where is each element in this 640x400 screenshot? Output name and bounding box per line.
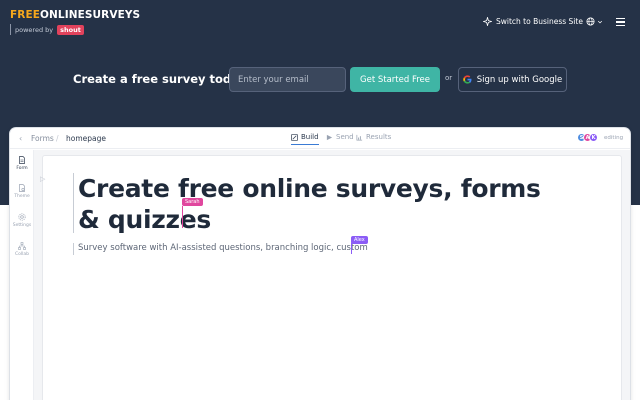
globe-icon (586, 17, 595, 26)
site-logo[interactable]: FREEONLINESURVEYS (10, 9, 140, 21)
tab-build-label: Build (301, 133, 319, 141)
sidebar-item-collab[interactable]: Collab (10, 242, 34, 257)
breadcrumb-separator: / (56, 134, 59, 143)
switch-business-link[interactable]: Switch to Business Site (483, 17, 583, 26)
get-started-button[interactable]: Get Started Free (350, 67, 440, 92)
editing-status: editing (604, 135, 624, 141)
editor-sidebar: Form Theme Settings Collab (10, 150, 34, 400)
drag-handle-icon[interactable]: ▷ (40, 175, 45, 183)
sidebar-item-label: Theme (14, 194, 30, 199)
google-signup-button[interactable]: Sign up with Google (458, 67, 567, 92)
tab-results-label: Results (366, 133, 392, 141)
form-description[interactable]: Survey software with AI-assisted questio… (78, 243, 368, 253)
headline-block-marker (73, 173, 74, 233)
tab-send-label: Send (336, 133, 354, 141)
menu-icon[interactable] (616, 18, 625, 26)
powered-by-label: powered by (15, 25, 54, 34)
cursor-sarah (182, 206, 183, 228)
sparkle-icon (483, 17, 492, 26)
switch-business-label: Switch to Business Site (496, 17, 583, 26)
logo-rest-text: ONLINESURVEYS (40, 9, 141, 21)
google-icon (463, 75, 472, 84)
sidebar-item-form[interactable]: Form (10, 156, 34, 171)
editor-preview-card: ‹ Forms / homepage Build Send Results S … (10, 128, 630, 400)
cursor-alex (351, 243, 352, 254)
sidebar-item-label: Form (16, 166, 28, 171)
back-chevron-icon[interactable]: ‹ (19, 134, 22, 143)
subline-block-marker (73, 243, 74, 255)
theme-icon (19, 184, 25, 192)
edit-icon (291, 133, 298, 141)
collaborator-avatars[interactable]: S A K (577, 133, 598, 142)
sidebar-item-label: Collab (14, 252, 29, 257)
cta-title: Create a free survey today (73, 72, 247, 86)
sidebar-item-label: Settings (12, 223, 32, 228)
form-title[interactable]: Create free online surveys, forms & quiz… (78, 173, 558, 235)
tab-send[interactable]: Send (326, 133, 354, 141)
google-signup-label: Sign up with Google (476, 74, 563, 85)
send-icon (326, 134, 333, 140)
powered-by: powered by shout (10, 24, 84, 35)
avatar: K (589, 133, 598, 142)
shout-badge[interactable]: shout (57, 24, 84, 35)
sidebar-item-theme[interactable]: Theme (10, 184, 34, 199)
collab-icon (18, 242, 26, 250)
language-selector[interactable] (586, 17, 603, 26)
cursor-tag-alex: Alex (351, 236, 368, 244)
editor-topbar: ‹ Forms / homepage Build Send Results S … (10, 128, 630, 149)
chevron-down-icon (597, 20, 603, 23)
cursor-tag-sarah: Sarah (182, 198, 203, 206)
settings-icon (18, 213, 26, 221)
form-icon (19, 156, 25, 164)
logo-free-text: FREE (10, 9, 41, 21)
sidebar-item-settings[interactable]: Settings (10, 213, 34, 228)
email-input[interactable] (229, 67, 346, 92)
chart-icon (356, 134, 363, 140)
tab-results[interactable]: Results (356, 133, 391, 141)
or-separator: or (445, 74, 453, 82)
breadcrumb-homepage: homepage (66, 134, 106, 143)
tab-build[interactable]: Build (291, 133, 319, 145)
breadcrumb-forms[interactable]: Forms (31, 134, 54, 143)
